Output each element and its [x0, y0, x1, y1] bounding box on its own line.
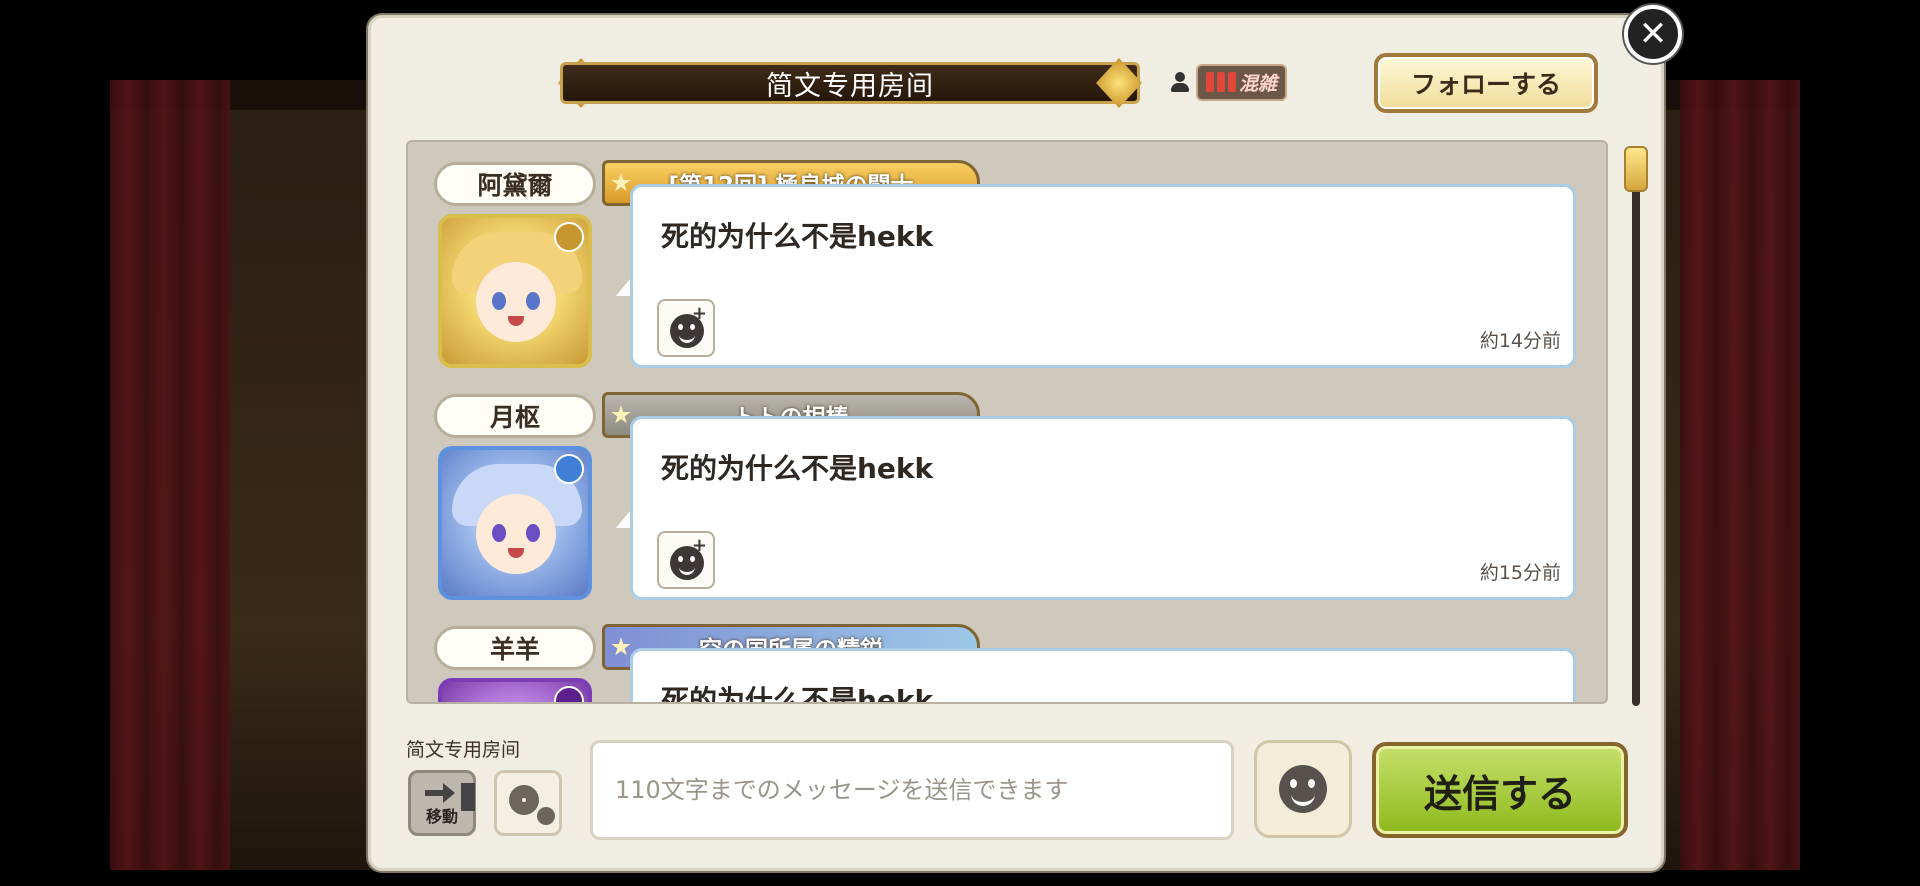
gear-small-icon — [537, 807, 555, 825]
star-icon — [611, 637, 631, 656]
crowd-status-text: 混雑 — [1239, 72, 1278, 95]
move-room-button[interactable]: 移動 — [408, 770, 476, 836]
add-reaction-button[interactable]: + — [657, 531, 715, 589]
current-room-label: 简文专用房间 — [406, 739, 521, 761]
message-timestamp: 約15分前 — [1479, 562, 1561, 584]
scrollbar-track[interactable] — [1632, 146, 1640, 706]
close-button[interactable]: ✕ — [1624, 5, 1682, 63]
add-reaction-button[interactable]: + — [657, 299, 715, 357]
star-icon — [611, 405, 631, 424]
send-button[interactable]: 送信する — [1372, 742, 1628, 838]
message-input[interactable] — [590, 740, 1234, 840]
follow-button[interactable]: フォローする — [1374, 53, 1598, 113]
message-text: 死的为什么不是hekk — [661, 452, 934, 485]
room-title-banner: 简文专用房间 — [560, 62, 1140, 104]
message-timestamp: 約14分前 — [1479, 330, 1561, 352]
avatar[interactable] — [438, 214, 592, 368]
avatar-face — [476, 262, 556, 342]
user-name-tag[interactable]: 月枢 — [434, 394, 596, 438]
attribute-emblem-icon — [554, 454, 584, 484]
chat-message: 羊羊 空の国所属の精鋭 死的为什么不是hekk — [434, 606, 1584, 704]
crowd-bar — [1217, 72, 1225, 92]
chat-log[interactable]: 阿黛爾 [第12回] 極良城の闘士 死的为什么不是hekk + 約14分前 月枢 — [406, 140, 1608, 704]
chat-message: 月枢 トトの相棒 死的为什么不是hekk + 約15分前 — [434, 374, 1584, 600]
star-icon — [611, 173, 631, 192]
curtain-right — [1680, 80, 1800, 870]
message-bubble: 死的为什么不是hekk + 約14分前 — [630, 184, 1576, 368]
user-name-tag[interactable]: 阿黛爾 — [434, 162, 596, 206]
gear-icon — [509, 785, 539, 815]
avatar[interactable] — [438, 678, 592, 702]
crowd-bar — [1206, 72, 1214, 92]
message-text: 死的为什么不是hekk — [661, 220, 934, 253]
close-icon: ✕ — [1638, 14, 1668, 54]
attribute-emblem-icon — [554, 222, 584, 252]
room-title: 简文专用房间 — [766, 70, 934, 102]
avatar[interactable] — [438, 446, 592, 600]
message-text: 死的为什么不是hekk — [661, 684, 934, 704]
user-name-tag[interactable]: 羊羊 — [434, 626, 596, 670]
message-bubble: 死的为什么不是hekk — [630, 648, 1576, 704]
chat-message: 阿黛爾 [第12回] 極良城の闘士 死的为什么不是hekk + 約14分前 — [434, 142, 1584, 368]
curtain-left — [110, 80, 230, 870]
plus-icon: + — [691, 535, 707, 556]
crowd-indicator: 混雑 — [1170, 63, 1288, 101]
settings-button[interactable] — [494, 770, 562, 836]
avatar-face — [476, 494, 556, 574]
move-room-label: 移動 — [425, 807, 458, 826]
scrollbar-thumb[interactable] — [1624, 146, 1648, 192]
person-icon — [1170, 71, 1190, 93]
emoji-button[interactable] — [1254, 740, 1352, 838]
message-bubble: 死的为什么不是hekk + 約15分前 — [630, 416, 1576, 600]
crowd-bar — [1228, 72, 1236, 92]
attribute-emblem-icon — [554, 686, 584, 702]
smile-icon — [1279, 765, 1327, 813]
plus-icon: + — [691, 303, 707, 324]
crowd-status-badge: 混雑 — [1196, 63, 1288, 101]
